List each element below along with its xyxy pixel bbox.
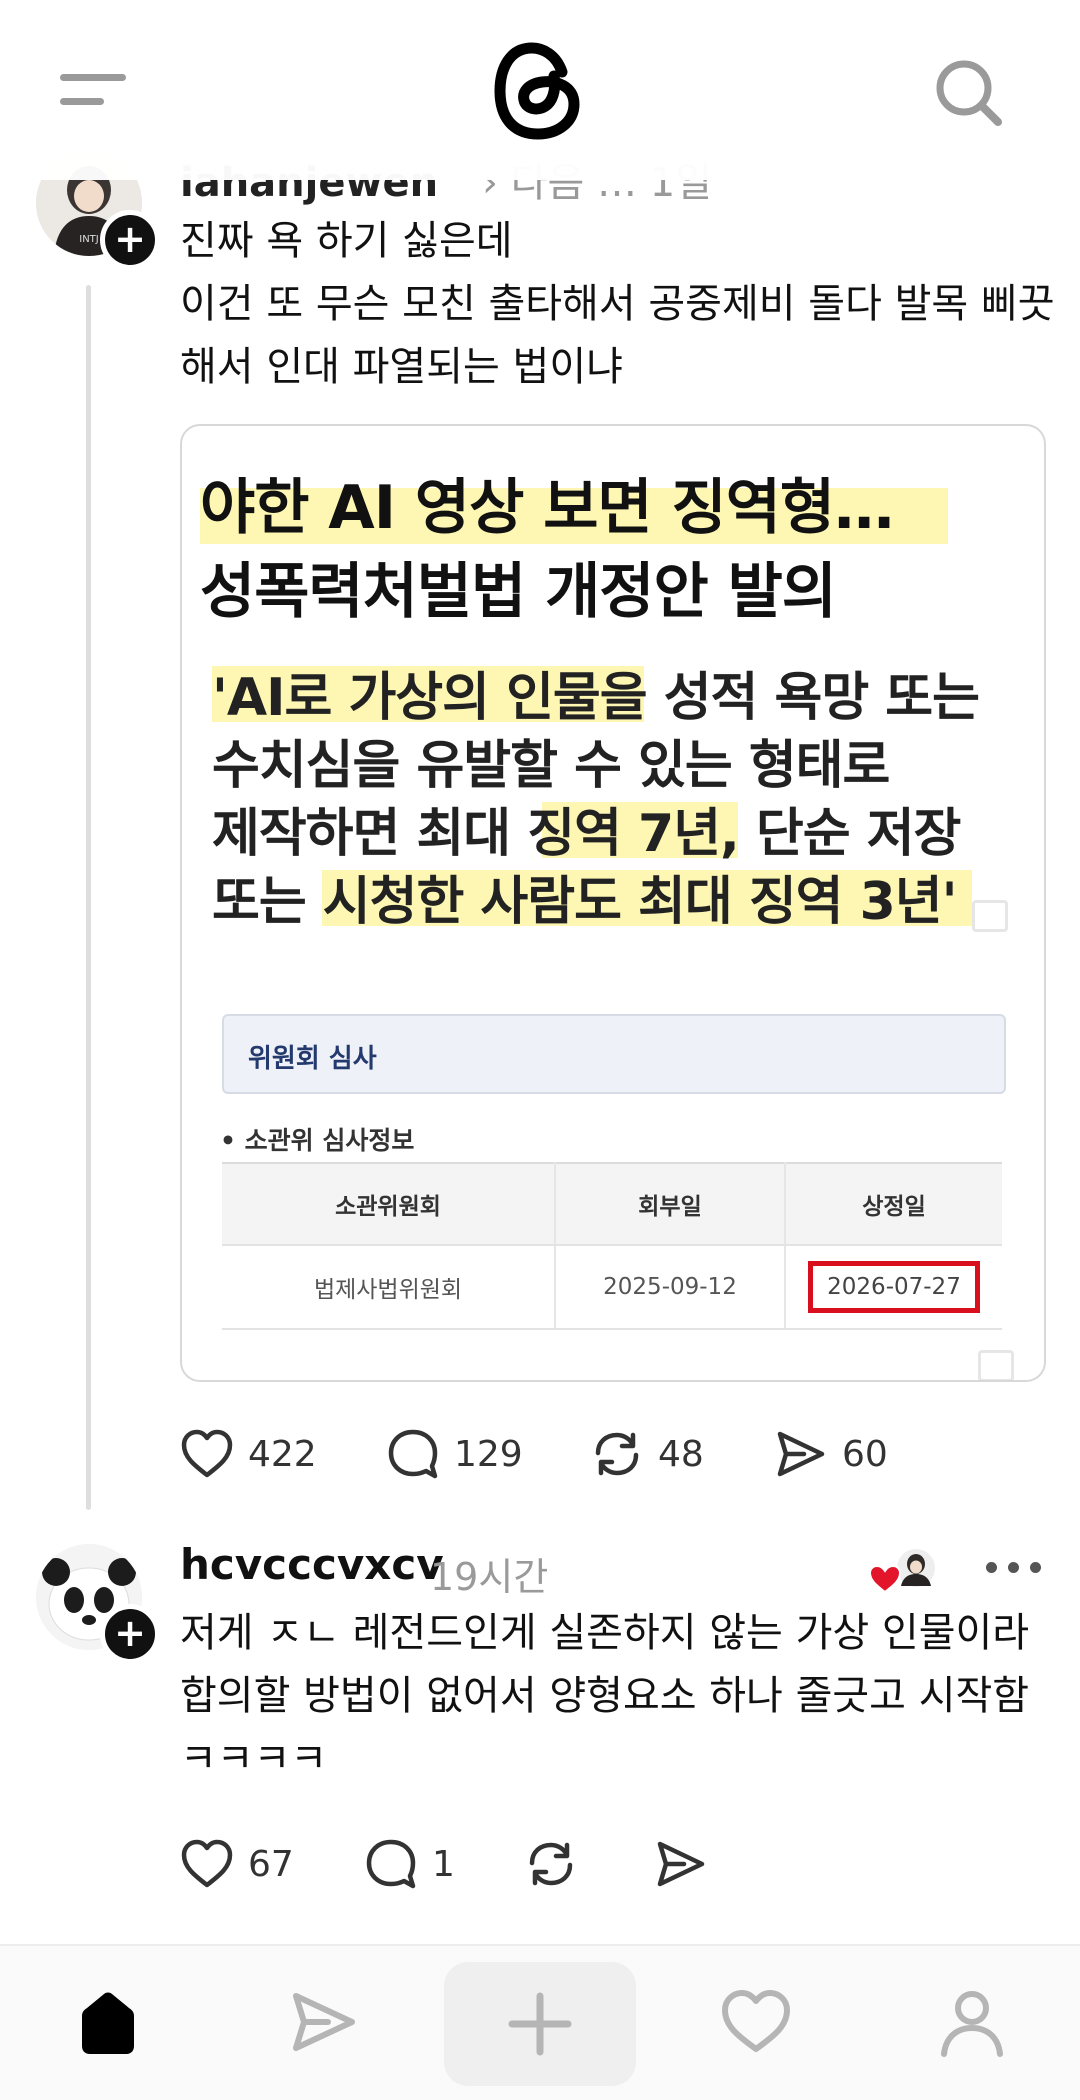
repost-icon [595,1432,639,1476]
heart-icon [181,1839,233,1888]
repost-count: 48 [658,1433,704,1475]
search-icon[interactable] [932,56,1004,128]
table-header: 회부일 [555,1162,786,1246]
comment-count: 129 [454,1433,523,1475]
post-text: 진짜 욕 하기 싫은데 이건 또 무슨 모친 출타해서 공중제비 돌다 발목 삐… [180,218,1055,390]
like-count: 422 [248,1433,317,1475]
table-header-row: 소관위원회 회부일 상정일 [222,1162,1002,1246]
share-button[interactable] [654,1834,708,1894]
comment-button[interactable]: 129 [386,1424,523,1484]
top-bar [0,0,1080,180]
post-image[interactable]: 야한 AI 영상 보면 징역형… 성폭력처벌법 개정안 발의 'AI로 가상의 … [180,424,1046,1382]
comment-button[interactable]: 1 [364,1834,455,1894]
profile-icon [941,1991,1003,2057]
post-time: 19시간 [430,1555,549,1599]
committee-subtitle: • 소관위 심사정보 [220,1126,415,1155]
send-icon [777,1431,825,1477]
table-row: 법제사법위원회 2025-09-12 2026-07-27 [222,1245,1002,1330]
image-headline: 야한 AI 영상 보면 징역형… 성폭력처벌법 개정안 발의 [200,466,894,634]
repost-button[interactable]: 48 [590,1424,704,1484]
follow-plus-button[interactable]: + [100,210,160,270]
home-icon [82,1992,134,2054]
liked-by-author-icon [868,1547,937,1594]
share-button[interactable]: 60 [774,1424,888,1484]
threads-logo-icon[interactable] [492,40,584,142]
post-text: 저게 ㅈㄴ 레전드인게 실존하지 않는 가상 인물이라 합의할 방법이 없어서 … [180,1610,1030,1782]
heart-icon [181,1429,233,1478]
table-cell: 2025-09-12 [555,1245,786,1330]
nav-profile[interactable] [922,1972,1022,2072]
svg-text:INTJ: INTJ [79,234,99,245]
send-icon [657,1841,705,1887]
username[interactable]: hcvcccvxcv [180,1540,444,1589]
headline-line1: 야한 AI 영상 보면 징역형… [200,473,894,543]
nav-activity[interactable] [706,1972,806,2072]
table-cell-highlighted: 2026-07-27 [785,1245,1002,1330]
like-button[interactable]: 422 [180,1424,317,1484]
comment-watermark-icon [972,900,1008,932]
comment-icon [388,1429,438,1479]
like-count: 67 [248,1843,294,1885]
send-icon [293,1993,355,2051]
thread-line [86,285,91,1510]
date-box: 2026-07-27 [808,1261,980,1313]
compose-plus-icon [508,1992,572,2056]
bottom-nav [0,1944,1080,2100]
repost-button[interactable] [524,1834,578,1894]
committee-bar-label: 위원회 심사 [248,1044,377,1074]
like-button[interactable]: 67 [180,1834,294,1894]
repost-icon [529,1842,573,1886]
table-header: 소관위원회 [222,1162,556,1246]
table-header: 상정일 [785,1162,1002,1246]
heart-icon [722,1990,790,2052]
nav-compose[interactable] [444,1962,636,2086]
headline-line2: 성폭력처벌법 개정안 발의 [200,557,837,627]
comment-watermark-icon [978,1350,1014,1380]
nav-home[interactable] [58,1972,158,2072]
share-count: 60 [842,1433,888,1475]
nav-send[interactable] [274,1972,374,2072]
committee-bar: 위원회 심사 [222,1014,1006,1094]
menu-icon[interactable] [60,70,126,110]
image-quote: 'AI로 가상의 인물을 성적 욕망 또는 수치심을 유발할 수 있는 형태로 … [212,668,980,932]
committee-table: 소관위원회 회부일 상정일 법제사법위원회 2025-09-12 2026-07… [222,1162,1002,1330]
table-cell: 법제사법위원회 [222,1245,556,1330]
comment-count: 1 [432,1843,455,1885]
follow-plus-button[interactable]: + [100,1604,160,1664]
more-options-icon[interactable] [986,1556,1042,1580]
comment-icon [366,1839,416,1889]
